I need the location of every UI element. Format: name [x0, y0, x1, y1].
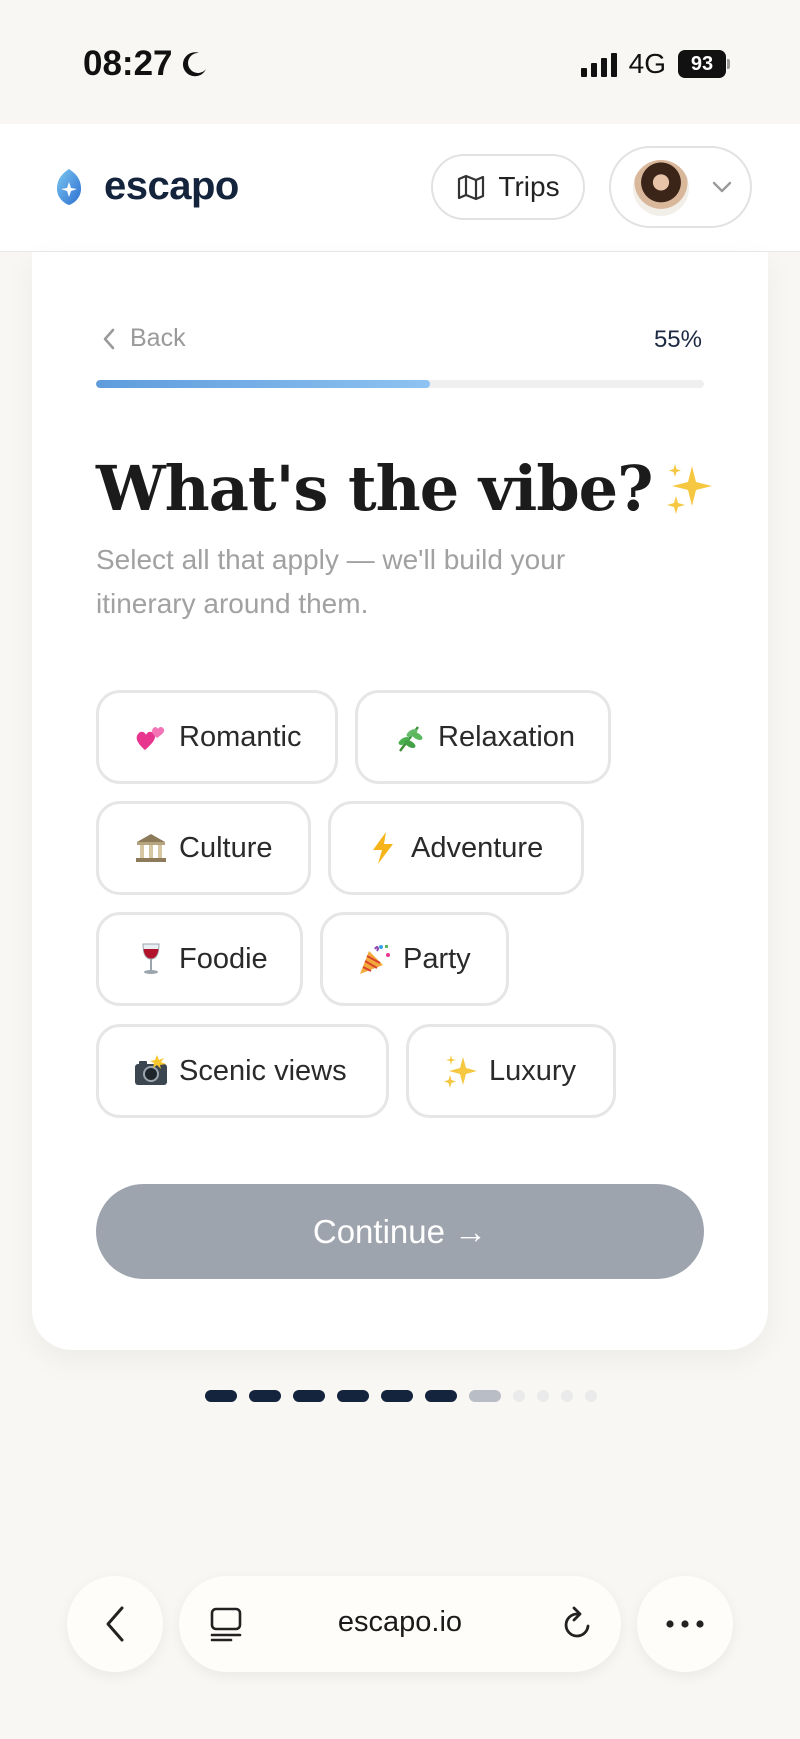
- network-label: 4G: [628, 48, 666, 79]
- status-time: 08:27: [83, 44, 209, 84]
- app-header: escapo Trips: [0, 124, 800, 252]
- party-popper-icon: [360, 945, 390, 974]
- avatar: [633, 160, 689, 216]
- wine-glass-icon: [142, 943, 160, 974]
- vibe-card: Back 55% What's the vibe? Select all tha…: [32, 252, 768, 1350]
- step-dot: [337, 1390, 369, 1402]
- moon-icon: [182, 52, 206, 77]
- back-label: Back: [130, 324, 186, 352]
- progress-bar: [96, 380, 704, 388]
- step-dot: [205, 1390, 237, 1402]
- page-title-text: What's the vibe?: [96, 452, 653, 525]
- back-chevron-icon: [103, 328, 115, 349]
- sparkles-icon: [667, 464, 713, 514]
- clock-text: 08:27: [83, 44, 173, 83]
- camera-flash-icon: [135, 1055, 167, 1085]
- step-dot: [537, 1390, 549, 1402]
- chip-scenic-views[interactable]: Scenic views: [96, 1024, 389, 1118]
- url-text: escapo.io: [337, 1606, 463, 1638]
- status-indicators: 4G 93: [580, 48, 730, 80]
- herb-icon: [398, 726, 423, 752]
- lightning-icon: [373, 832, 393, 864]
- continue-button[interactable]: Continue →: [96, 1184, 704, 1279]
- chip-culture[interactable]: Culture: [96, 801, 311, 895]
- step-dot: [425, 1390, 457, 1402]
- two-hearts-icon: [136, 727, 165, 750]
- chip-relaxation[interactable]: Relaxation: [355, 690, 611, 784]
- chip-label: Culture: [179, 831, 273, 864]
- page-title: What's the vibe?: [96, 452, 718, 525]
- browser-back-button[interactable]: [67, 1576, 163, 1672]
- reload-icon[interactable]: [559, 1604, 595, 1642]
- more-icon: [666, 1620, 704, 1628]
- chip-label: Foodie: [179, 942, 268, 975]
- chip-label: Scenic views: [179, 1054, 347, 1087]
- chip-label: Party: [403, 942, 471, 975]
- more-options-button[interactable]: [637, 1576, 733, 1672]
- step-dot: [585, 1390, 597, 1402]
- chip-foodie[interactable]: Foodie: [96, 912, 303, 1006]
- chip-luxury[interactable]: Luxury: [406, 1024, 616, 1118]
- step-dot: [293, 1390, 325, 1402]
- address-bar[interactable]: escapo.io: [179, 1576, 621, 1672]
- battery-level: 93: [678, 50, 726, 78]
- chip-label: Adventure: [411, 831, 544, 864]
- step-dot: [249, 1390, 281, 1402]
- classical-building-icon: [136, 834, 166, 862]
- status-bar: 08:27 4G 93: [0, 0, 800, 124]
- back-link[interactable]: Back: [100, 324, 186, 353]
- step-dot: [561, 1390, 573, 1402]
- page-subtitle: Select all that apply — we'll build your…: [96, 544, 566, 619]
- progress-percent: 55%: [653, 326, 702, 353]
- chip-party[interactable]: Party: [320, 912, 509, 1006]
- profile-menu-button[interactable]: [609, 146, 752, 228]
- battery-icon: 93: [678, 50, 730, 78]
- step-dot: [513, 1390, 525, 1402]
- brand[interactable]: escapo: [54, 164, 239, 209]
- step-dot: [469, 1390, 501, 1402]
- back-chevron-icon: [106, 1606, 124, 1642]
- chip-label: Relaxation: [438, 720, 576, 753]
- chip-label: Romantic: [179, 720, 302, 753]
- trips-button[interactable]: Trips: [431, 154, 585, 220]
- sparkles-icon: [444, 1055, 477, 1088]
- chip-romantic[interactable]: Romantic: [96, 690, 338, 784]
- brand-name: escapo: [104, 164, 239, 208]
- chip-adventure[interactable]: Adventure: [328, 801, 584, 895]
- progress-fill: [96, 380, 431, 388]
- chip-label: Luxury: [489, 1054, 577, 1087]
- continue-label: Continue →: [312, 1212, 488, 1250]
- trips-label: Trips: [498, 171, 560, 202]
- signal-icon: [580, 51, 617, 77]
- chevron-down-icon: [712, 181, 732, 193]
- step-indicator: [205, 1390, 597, 1402]
- escapo-logo-icon: [57, 168, 81, 205]
- map-icon: [458, 174, 485, 201]
- step-dot: [381, 1390, 413, 1402]
